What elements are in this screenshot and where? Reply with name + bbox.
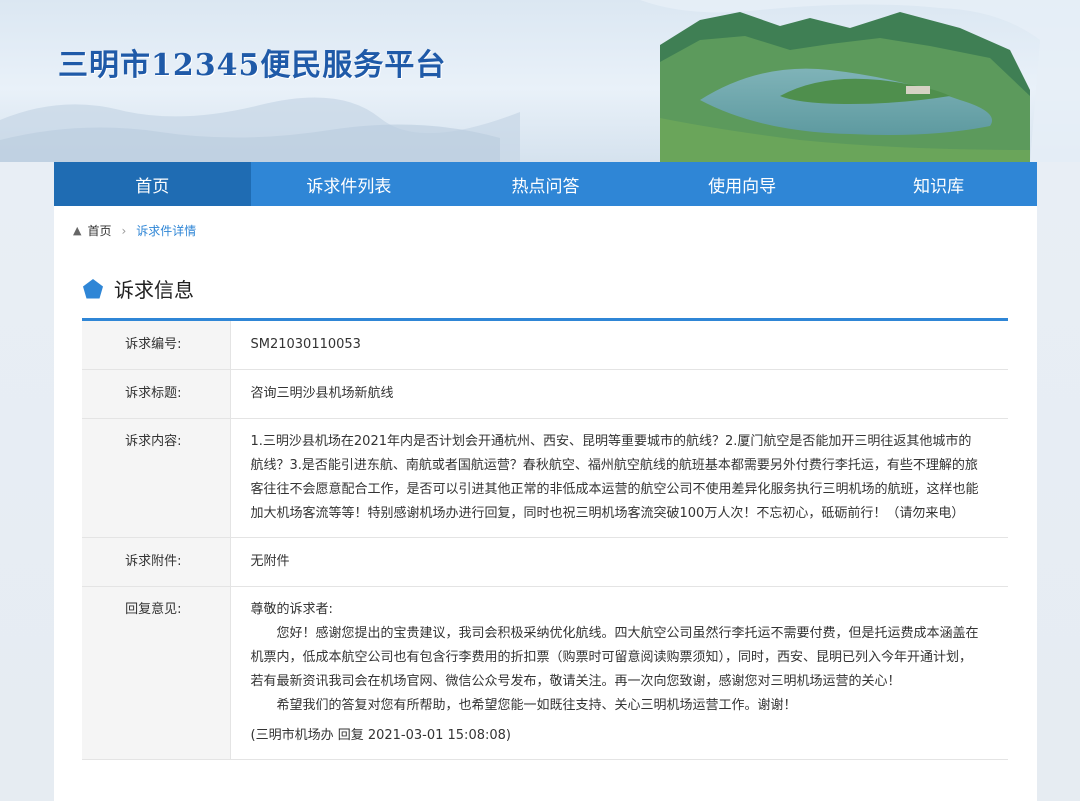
reply-greeting: 尊敬的诉求者: xyxy=(250,602,333,617)
complaint-content-value: 1.三明沙县机场在2021年内是否计划会开通杭州、西安、昆明等重要城市的航线？2… xyxy=(230,418,1008,538)
breadcrumb-home[interactable]: 首页 xyxy=(87,222,111,239)
reply-paragraph: 您好！感谢您提出的宝贵建议，我司会积极采纳优化航线。四大航空公司虽然行李托运不需… xyxy=(250,626,979,689)
chevron-right-icon: › xyxy=(121,223,127,238)
nav-home[interactable]: 首页 xyxy=(54,162,251,206)
section-header: 诉求信息 xyxy=(82,274,194,303)
reply-meta: (三明市机场办 回复 2021-03-01 15:08:08) xyxy=(250,728,511,743)
content-panel: ▲ 首页 › 诉求件详情 诉求信息 诉求编号: SM21030110053 诉求… xyxy=(54,206,1037,801)
nav-user-guide[interactable]: 使用向导 xyxy=(644,162,841,206)
complaint-id-label: 诉求编号: xyxy=(82,321,231,370)
site-title: 三明市12345便民服务平台 xyxy=(58,48,447,83)
table-row: 回复意见: 尊敬的诉求者: 您好！感谢您提出的宝贵建议，我司会积极采纳优化航线。… xyxy=(82,586,1008,760)
table-row: 诉求附件: 无附件 xyxy=(82,537,1008,587)
section-title: 诉求信息 xyxy=(114,278,194,302)
complaint-title-label: 诉求标题: xyxy=(82,369,231,419)
breadcrumb-current[interactable]: 诉求件详情 xyxy=(136,222,196,239)
complaint-content-label: 诉求内容: xyxy=(82,418,231,538)
table-row: 诉求标题: 咨询三明沙县机场新航线 xyxy=(82,369,1008,419)
reply-paragraph: 希望我们的答复对您有所帮助，也希望您能一如既往支持、关心三明机场运营工作。谢谢！ xyxy=(276,698,797,713)
table-row: 诉求编号: SM21030110053 xyxy=(82,321,1008,370)
complaint-id-value: SM21030110053 xyxy=(230,321,1008,370)
pentagon-icon xyxy=(83,278,103,298)
nav-knowledge-base[interactable]: 知识库 xyxy=(840,162,1037,206)
table-row: 诉求内容: 1.三明沙县机场在2021年内是否计划会开通杭州、西安、昆明等重要城… xyxy=(82,418,1008,538)
reply-content: 尊敬的诉求者: 您好！感谢您提出的宝贵建议，我司会积极采纳优化航线。四大航空公司… xyxy=(230,586,1008,760)
nav-hot-qa[interactable]: 热点问答 xyxy=(447,162,644,206)
complaint-title-value: 咨询三明沙县机场新航线 xyxy=(230,369,1008,419)
complaint-info-table: 诉求编号: SM21030110053 诉求标题: 咨询三明沙县机场新航线 诉求… xyxy=(82,321,1008,760)
reply-label: 回复意见: xyxy=(82,586,231,760)
home-icon: ▲ xyxy=(73,224,82,237)
breadcrumb: ▲ 首页 › 诉求件详情 xyxy=(73,222,196,239)
complaint-attachment-value: 无附件 xyxy=(230,537,1008,587)
nav-complaint-list[interactable]: 诉求件列表 xyxy=(251,162,448,206)
header-banner: 三明市12345便民服务平台 xyxy=(0,0,1080,162)
main-nav: 首页 诉求件列表 热点问答 使用向导 知识库 xyxy=(54,162,1037,206)
complaint-attachment-label: 诉求附件: xyxy=(82,537,231,587)
